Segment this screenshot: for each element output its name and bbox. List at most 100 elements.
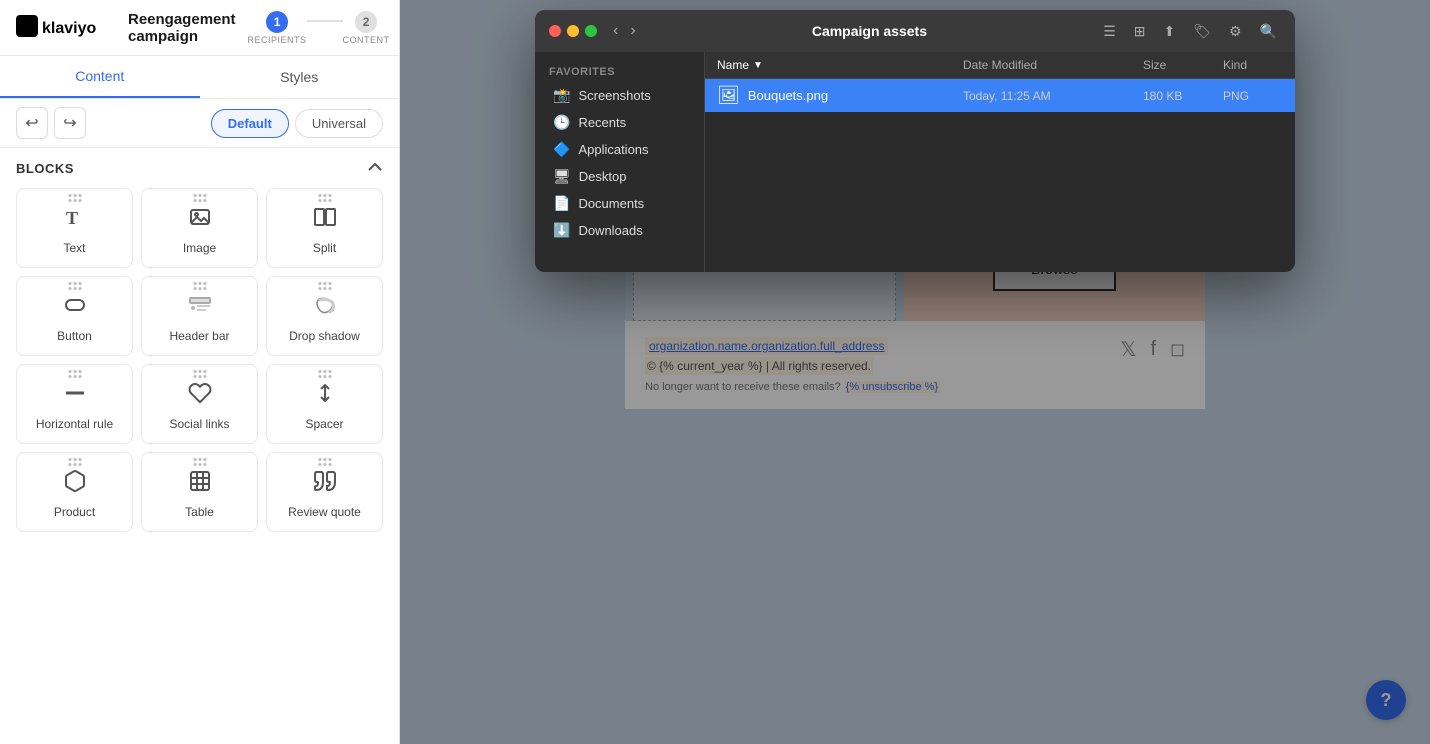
- content-styles-tabs: Content Styles: [0, 56, 399, 99]
- finder-tag-btn[interactable]: 🏷: [1189, 21, 1215, 42]
- finder-nav-btns: ‹ ›: [609, 20, 640, 42]
- finder-forward-btn[interactable]: ›: [626, 20, 639, 42]
- finder-view-grid-btn[interactable]: ⊞: [1130, 21, 1150, 42]
- downloads-icon: ⬇️: [553, 222, 570, 239]
- drag-handle-drop-shadow: [318, 282, 331, 290]
- block-item-header-bar[interactable]: Header bar: [141, 276, 258, 356]
- finder-back-btn[interactable]: ‹: [609, 20, 622, 42]
- step-connector: [307, 20, 343, 22]
- redo-button[interactable]: ↪: [54, 107, 86, 139]
- table-block-icon: [184, 465, 216, 497]
- block-item-social-links[interactable]: Social links: [141, 364, 258, 444]
- drag-handle-social-links: [193, 370, 206, 378]
- step-2-circle: 2: [355, 11, 377, 33]
- finder-item-downloads[interactable]: ⬇️ Downloads: [539, 217, 700, 244]
- drag-handle-split: [318, 194, 331, 202]
- block-label-spacer: Spacer: [305, 417, 343, 431]
- block-item-button[interactable]: Button: [16, 276, 133, 356]
- finder-main: Name ▼ Date Modified Size Kind 🖼 Bouquet…: [705, 52, 1295, 272]
- finder-window: ‹ › Campaign assets ☰ ⊞ ⬆ 🏷 ⚙ 🔍: [535, 10, 1295, 272]
- finder-item-screenshots[interactable]: 📸 Screenshots: [539, 82, 700, 109]
- block-label-split: Split: [313, 241, 336, 255]
- review-quote-block-icon: [309, 465, 341, 497]
- block-label-text: Text: [63, 241, 85, 255]
- block-label-horizontal-rule: Horizontal rule: [36, 417, 113, 431]
- traffic-light-minimize[interactable]: [567, 25, 579, 37]
- block-label-social-links: Social links: [169, 417, 229, 431]
- drag-handle-horizontal-rule: [68, 370, 81, 378]
- tab-styles[interactable]: Styles: [200, 56, 400, 98]
- block-item-text[interactable]: T Text: [16, 188, 133, 268]
- finder-share-btn[interactable]: ⬆: [1159, 21, 1179, 42]
- finder-sidebar: Favorites 📸 Screenshots 🕒 Recents 🔷 Appl…: [535, 52, 705, 272]
- finder-item-recents[interactable]: 🕒 Recents: [539, 109, 700, 136]
- screenshots-icon: 📸: [553, 87, 570, 104]
- documents-icon: 📄: [553, 195, 570, 212]
- tab-content[interactable]: Content: [0, 56, 200, 98]
- text-block-icon: T: [59, 201, 91, 233]
- finder-file-row-bouquets[interactable]: 🖼 Bouquets.png Today, 11:25 AM 180 KB PN…: [705, 79, 1295, 112]
- drag-handle-spacer: [318, 370, 331, 378]
- campaign-title: Reengagement campaign: [128, 11, 236, 45]
- finder-item-desktop-label: Desktop: [579, 169, 627, 184]
- finder-item-documents[interactable]: 📄 Documents: [539, 190, 700, 217]
- klaviyo-wordmark: klaviyo: [16, 15, 116, 41]
- desktop-icon: 🖥: [553, 168, 571, 185]
- undo-button[interactable]: ↩: [16, 107, 48, 139]
- finder-body: Favorites 📸 Screenshots 🕒 Recents 🔷 Appl…: [535, 52, 1295, 272]
- toolbar-row: ↩ ↪ Default Universal: [0, 99, 399, 148]
- svg-text:T: T: [66, 208, 78, 228]
- block-item-image[interactable]: Image: [141, 188, 258, 268]
- view-default-btn[interactable]: Default: [211, 109, 289, 138]
- col-name[interactable]: Name ▼: [717, 58, 963, 72]
- left-panel: klaviyo Reengagement campaign 1 RECIPIEN…: [0, 0, 400, 744]
- block-label-header-bar: Header bar: [169, 329, 229, 343]
- finder-file-date-bouquets: Today, 11:25 AM: [963, 89, 1143, 103]
- finder-item-desktop[interactable]: 🖥 Desktop: [539, 163, 700, 190]
- finder-action-btn[interactable]: ⚙: [1225, 21, 1246, 42]
- step-1-label: RECIPIENTS: [248, 35, 307, 45]
- traffic-light-close[interactable]: [549, 25, 561, 37]
- bouquets-file-icon: 🖼: [717, 85, 740, 106]
- drop-shadow-block-icon: [309, 289, 341, 321]
- blocks-title: Blocks: [16, 161, 74, 176]
- steps-nav: 1 RECIPIENTS 2 CONTENT: [248, 11, 390, 45]
- drag-handle-text: [68, 194, 81, 202]
- app-header: klaviyo Reengagement campaign 1 RECIPIEN…: [0, 0, 399, 56]
- block-item-product[interactable]: Product: [16, 452, 133, 532]
- block-item-horizontal-rule[interactable]: Horizontal rule: [16, 364, 133, 444]
- blocks-grid: T Text Image: [16, 188, 383, 532]
- finder-title: Campaign assets: [652, 23, 1088, 39]
- col-size[interactable]: Size: [1143, 58, 1223, 72]
- block-label-product: Product: [54, 505, 95, 519]
- applications-icon: 🔷: [553, 141, 570, 158]
- step-1[interactable]: 1 RECIPIENTS: [248, 11, 307, 45]
- finder-item-screenshots-label: Screenshots: [578, 88, 650, 103]
- klaviyo-logo[interactable]: klaviyo: [16, 15, 116, 41]
- block-label-table: Table: [185, 505, 214, 519]
- col-date[interactable]: Date Modified: [963, 58, 1143, 72]
- image-block-icon: [184, 201, 216, 233]
- finder-search-btn[interactable]: 🔍: [1256, 21, 1281, 42]
- right-panel: View details View details 🗑 Drop content…: [400, 0, 1430, 744]
- block-item-spacer[interactable]: Spacer: [266, 364, 383, 444]
- traffic-light-fullscreen[interactable]: [585, 25, 597, 37]
- finder-item-applications[interactable]: 🔷 Applications: [539, 136, 700, 163]
- step-2[interactable]: 2 CONTENT: [343, 11, 390, 45]
- finder-item-recents-label: Recents: [578, 115, 626, 130]
- blocks-collapse-icon[interactable]: [367, 160, 383, 176]
- finder-file-name-bouquets: 🖼 Bouquets.png: [717, 85, 963, 106]
- block-item-table[interactable]: Table: [141, 452, 258, 532]
- traffic-lights: [549, 25, 597, 37]
- block-item-drop-shadow[interactable]: Drop shadow: [266, 276, 383, 356]
- svg-text:klaviyo: klaviyo: [42, 20, 96, 37]
- view-universal-btn[interactable]: Universal: [295, 109, 383, 138]
- drag-handle-button: [68, 282, 81, 290]
- finder-toolbar-right: ☰ ⊞ ⬆ 🏷 ⚙ 🔍: [1099, 21, 1281, 42]
- block-item-split[interactable]: Split: [266, 188, 383, 268]
- finder-view-list-btn[interactable]: ☰: [1099, 21, 1120, 42]
- drag-handle-product: [68, 458, 81, 466]
- drag-handle-image: [193, 194, 206, 202]
- col-kind[interactable]: Kind: [1223, 58, 1283, 72]
- block-item-review-quote[interactable]: Review quote: [266, 452, 383, 532]
